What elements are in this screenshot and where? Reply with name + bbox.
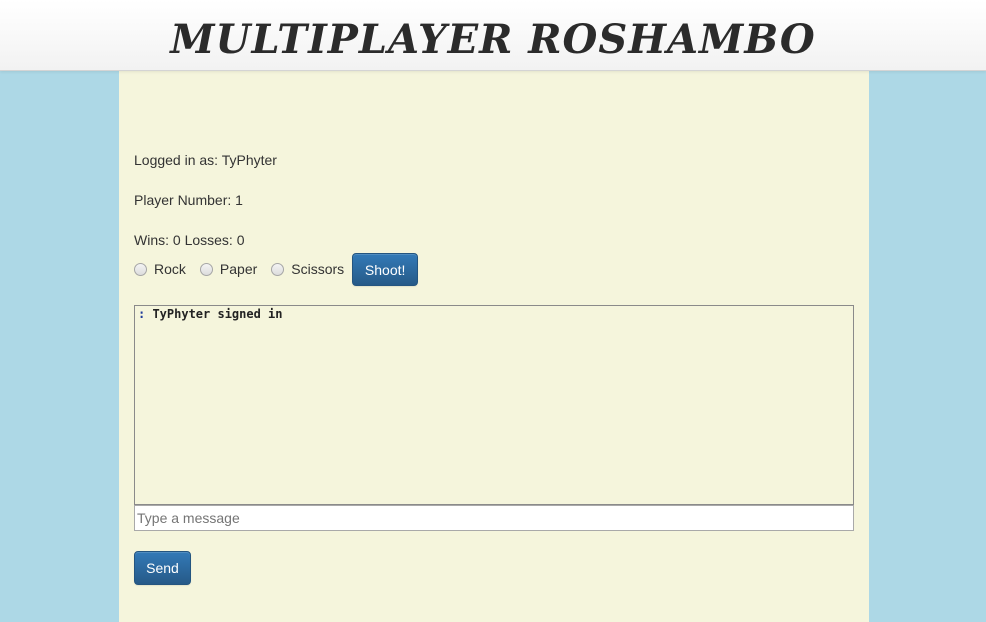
- rock-label: Rock: [154, 261, 186, 277]
- player-number-text: Player Number: 1: [134, 192, 243, 208]
- choice-group: Rock Paper Scissors Shoot!: [134, 252, 419, 286]
- game-panel: Logged in as: TyPhyter Player Number: 1 …: [119, 71, 869, 622]
- chat-message: : TyPhyter signed in: [138, 307, 850, 321]
- choice-rock[interactable]: Rock: [134, 261, 196, 277]
- chat-log[interactable]: : TyPhyter signed in: [134, 305, 854, 505]
- choice-paper[interactable]: Paper: [199, 261, 267, 277]
- send-button[interactable]: Send: [134, 551, 191, 585]
- choice-scissors[interactable]: Scissors: [271, 261, 344, 277]
- scissors-radio[interactable]: [271, 262, 285, 276]
- message-input[interactable]: [134, 505, 854, 531]
- paper-label: Paper: [219, 261, 258, 277]
- win-loss-record: Wins: 0 Losses: 0: [134, 232, 245, 248]
- chat-message-text: TyPhyter signed in: [145, 307, 283, 321]
- page-header: MULTIPLAYER ROSHAMBO: [0, 0, 986, 71]
- scissors-label: Scissors: [291, 261, 345, 277]
- rock-radio[interactable]: [134, 262, 147, 276]
- logged-in-text: Logged in as: TyPhyter: [134, 152, 277, 168]
- paper-radio[interactable]: [199, 262, 213, 276]
- shoot-button[interactable]: Shoot!: [352, 252, 419, 286]
- page-title: MULTIPLAYER ROSHAMBO: [170, 16, 816, 63]
